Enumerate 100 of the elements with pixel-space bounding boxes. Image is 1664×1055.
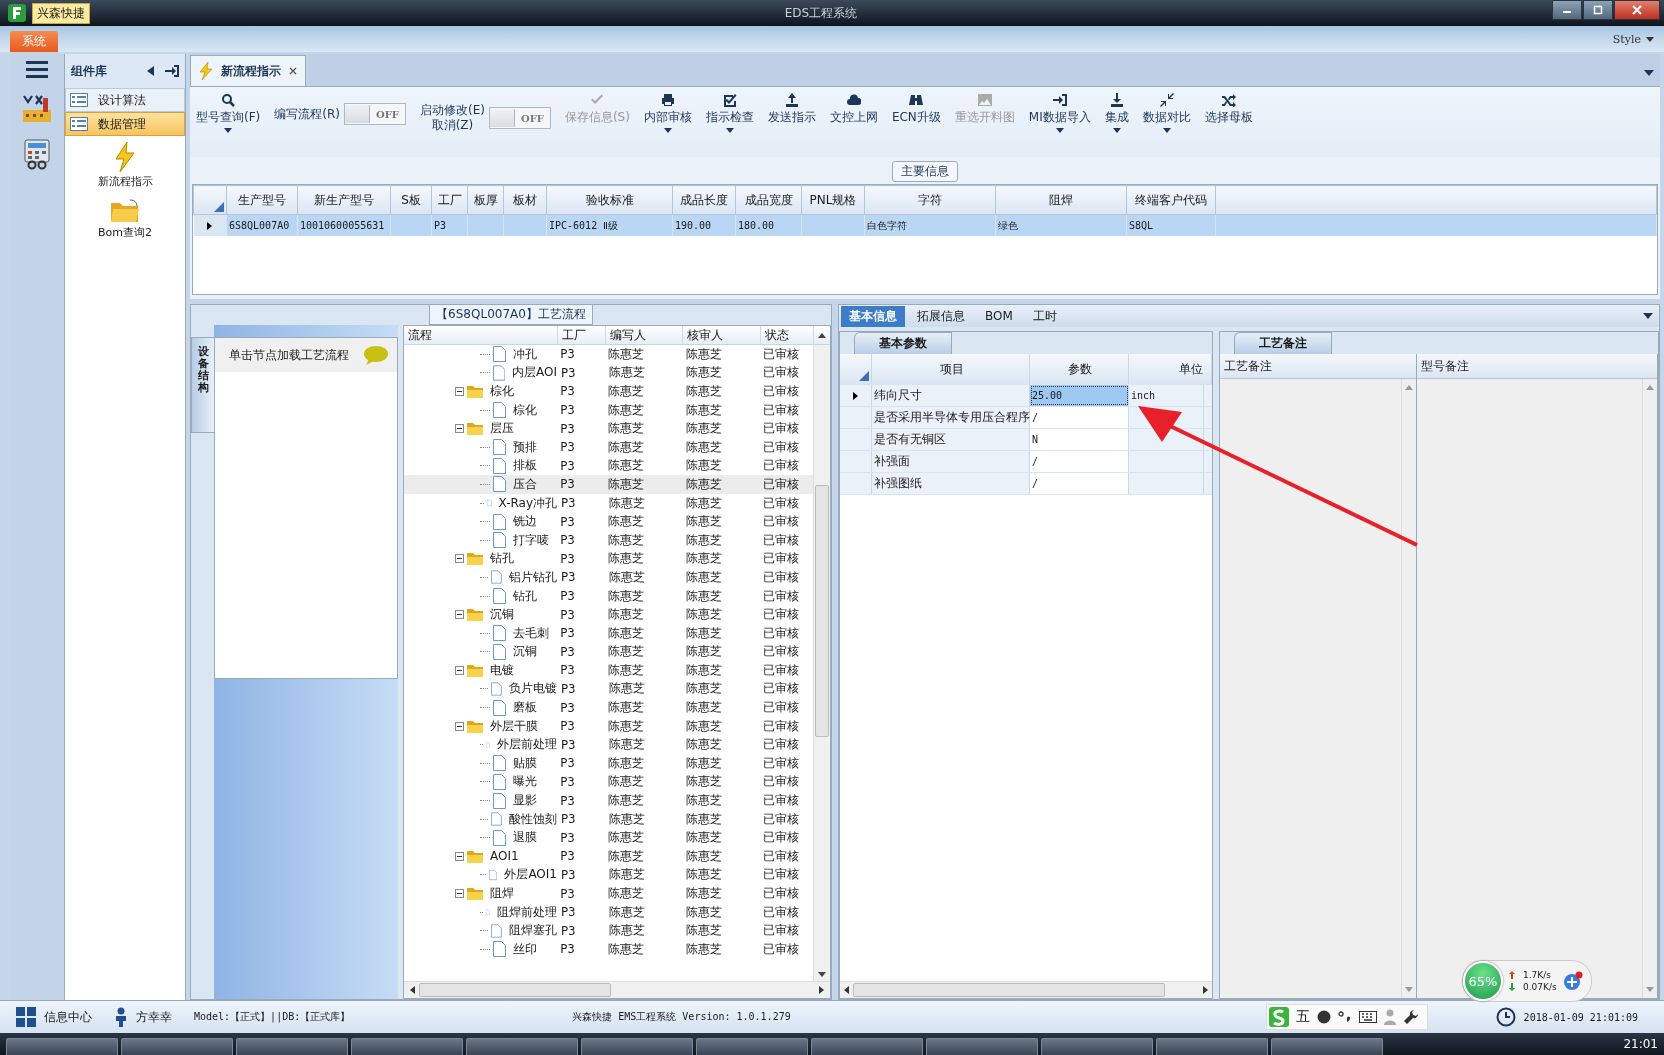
collapse-icon[interactable] xyxy=(455,610,464,620)
plus-icon[interactable] xyxy=(1562,971,1583,991)
table-cell[interactable]: 25.00 xyxy=(1030,385,1129,406)
component-group[interactable]: 数据管理 xyxy=(65,112,185,136)
taskbar-button[interactable] xyxy=(1156,1038,1268,1055)
tree-row[interactable]: 铣边 P3 陈惠芝 陈惠芝 已审核 xyxy=(404,512,813,531)
table-cell[interactable]: / xyxy=(1030,451,1129,472)
toolbar-button[interactable]: 指示检查 xyxy=(705,93,754,133)
column-header[interactable]: 验收标准 xyxy=(546,185,673,215)
tree-row[interactable]: 铝片钻孔 P3 陈惠芝 陈惠芝 已审核 xyxy=(404,568,813,587)
toggle-switch[interactable]: OFF xyxy=(488,107,551,129)
tree-row[interactable]: 压合 P3 陈惠芝 陈惠芝 已审核 xyxy=(404,475,813,494)
scrollbar-thumb[interactable] xyxy=(419,983,611,997)
tree-row[interactable]: 排板 P3 陈惠芝 陈惠芝 已审核 xyxy=(404,456,813,476)
toolbar-button[interactable]: 内部审核 xyxy=(643,93,692,133)
detail-tab[interactable]: BOM xyxy=(977,307,1021,325)
column-header[interactable]: 新生产型号 xyxy=(297,185,391,215)
caret-icon[interactable] xyxy=(1055,128,1064,133)
column-header[interactable]: 项目 xyxy=(872,354,1030,384)
taskbar-button[interactable] xyxy=(6,1038,118,1055)
detail-tab[interactable]: 工时 xyxy=(1024,305,1065,327)
toolbar-button[interactable]: 型号查询(F) xyxy=(196,93,261,133)
tree-row[interactable]: 预排 P3 陈惠芝 陈惠芝 已审核 xyxy=(404,437,813,457)
tree-row[interactable]: 层压 P3 陈惠芝 陈惠芝 已审核 xyxy=(404,419,813,438)
scrollbar-thumb[interactable] xyxy=(853,983,1165,997)
wrench-icon[interactable] xyxy=(1402,1009,1419,1025)
tree-row[interactable]: 阻焊前处理 P3 陈惠芝 陈惠芝 已审核 xyxy=(404,902,813,922)
close-button[interactable] xyxy=(1614,0,1660,20)
calculator-icon[interactable] xyxy=(21,138,53,170)
document-tab[interactable]: 新流程指示 xyxy=(190,55,306,86)
column-header[interactable]: 工艺备注 xyxy=(1220,354,1416,379)
close-icon[interactable] xyxy=(289,67,297,75)
tree-row[interactable]: 外层干膜 P3 陈惠芝 陈惠芝 已审核 xyxy=(404,716,813,736)
taskbar-button[interactable] xyxy=(926,1038,1038,1055)
taskbar-button[interactable] xyxy=(351,1038,463,1055)
taskbar-button[interactable] xyxy=(581,1038,693,1055)
toolbar-button[interactable]: ECN升级 xyxy=(891,93,941,125)
maximize-button[interactable] xyxy=(1583,0,1613,20)
scrollbar-thumb[interactable] xyxy=(815,485,829,737)
app-tab[interactable]: 兴森快捷 xyxy=(32,2,90,24)
toolbar-button[interactable]: 选择母板 xyxy=(1204,93,1253,125)
tree-row[interactable]: X-Ray冲孔 P3 陈惠芝 陈惠芝 已审核 xyxy=(404,493,813,513)
tree-row[interactable]: 沉铜 P3 陈惠芝 陈惠芝 已审核 xyxy=(404,605,813,624)
column-header[interactable]: 字符 xyxy=(864,185,996,215)
punctuation-icon[interactable] xyxy=(1337,1010,1352,1024)
taskbar-button[interactable] xyxy=(696,1038,808,1055)
tree-row[interactable]: 负片电镀 P3 陈惠芝 陈惠芝 已审核 xyxy=(404,679,813,699)
column-header[interactable]: 阻焊 xyxy=(995,185,1127,215)
tree-row[interactable]: 冲孔 P3 陈惠芝 陈惠芝 已审核 xyxy=(404,345,813,364)
tree-row[interactable]: 钻孔 P3 陈惠芝 陈惠芝 已审核 xyxy=(404,549,813,569)
caret-icon[interactable] xyxy=(1112,128,1121,133)
column-header[interactable]: 工厂 xyxy=(431,185,468,215)
collapse-icon[interactable] xyxy=(455,665,464,675)
tree-row[interactable]: 沉铜 P3 陈惠芝 陈惠芝 已审核 xyxy=(404,642,813,662)
input-method-toolbar[interactable]: 五 xyxy=(1265,1004,1428,1030)
caret-icon[interactable] xyxy=(1644,70,1654,76)
taskbar-button[interactable] xyxy=(236,1038,348,1055)
column-header[interactable]: 生产型号 xyxy=(226,185,298,215)
keyboard-icon[interactable] xyxy=(1358,1011,1377,1023)
table-cell[interactable]: / xyxy=(1030,407,1129,428)
lightning-icon[interactable] xyxy=(113,142,137,172)
column-header[interactable]: 成品长度 xyxy=(672,185,736,215)
column-header[interactable]: 单位 xyxy=(1129,354,1212,384)
toolbar-button[interactable]: MI数据导入 xyxy=(1028,93,1091,133)
collapse-left-icon[interactable] xyxy=(147,66,155,76)
taskbar-button[interactable] xyxy=(466,1038,578,1055)
caret-icon[interactable] xyxy=(663,128,672,133)
scroll-right-icon[interactable] xyxy=(819,986,824,994)
column-header[interactable]: 工厂 xyxy=(558,326,607,344)
taskbar-button[interactable] xyxy=(1271,1038,1383,1055)
caret-icon[interactable] xyxy=(1646,36,1654,42)
minimize-button[interactable] xyxy=(1552,0,1582,20)
info-center-link[interactable]: 信息中心 xyxy=(44,1008,92,1026)
tree-row[interactable]: 显影 P3 陈惠芝 陈惠芝 已审核 xyxy=(404,791,813,810)
toolbar-button[interactable]: 数据对比 xyxy=(1142,93,1191,133)
column-header[interactable]: PNL规格 xyxy=(801,185,865,215)
tree-row[interactable]: 去毛刺 P3 陈惠芝 陈惠芝 已审核 xyxy=(404,623,813,643)
windows-tiles-icon[interactable] xyxy=(16,1007,36,1027)
collapse-icon[interactable] xyxy=(455,387,464,396)
tree-row[interactable]: 棕化 P3 陈惠芝 陈惠芝 已审核 xyxy=(404,382,813,401)
tree-row[interactable]: 电镀 P3 陈惠芝 陈惠芝 已审核 xyxy=(404,661,813,680)
toolbar-button[interactable]: 发送指示 xyxy=(767,93,816,125)
toolbar-button[interactable]: 文控上网 xyxy=(829,93,878,125)
launcher-label[interactable]: Bom查询2 xyxy=(98,225,152,240)
caret-icon[interactable] xyxy=(1162,128,1171,133)
menu-icon[interactable] xyxy=(26,60,48,78)
tree-row[interactable]: 磨板 P3 陈惠芝 陈惠芝 已审核 xyxy=(404,698,813,717)
taskbar-button[interactable] xyxy=(121,1038,233,1055)
style-menu[interactable]: Style xyxy=(1612,32,1641,46)
corner-icon[interactable] xyxy=(859,371,869,381)
detail-tab[interactable]: 基本信息 xyxy=(841,305,905,327)
caret-icon[interactable] xyxy=(725,128,734,133)
side-tab[interactable]: 设备结构 xyxy=(191,337,214,433)
tree-row[interactable]: 棕化 P3 陈惠芝 陈惠芝 已审核 xyxy=(404,400,813,420)
table-cell[interactable]: / xyxy=(1030,473,1129,494)
scroll-up-icon[interactable] xyxy=(818,332,827,338)
collapse-icon[interactable] xyxy=(455,721,464,731)
tree-row[interactable]: 阻焊塞孔 P3 陈惠芝 陈惠芝 已审核 xyxy=(404,921,813,940)
taskbar-button[interactable] xyxy=(811,1038,923,1055)
column-header[interactable]: 状态 xyxy=(760,326,815,344)
